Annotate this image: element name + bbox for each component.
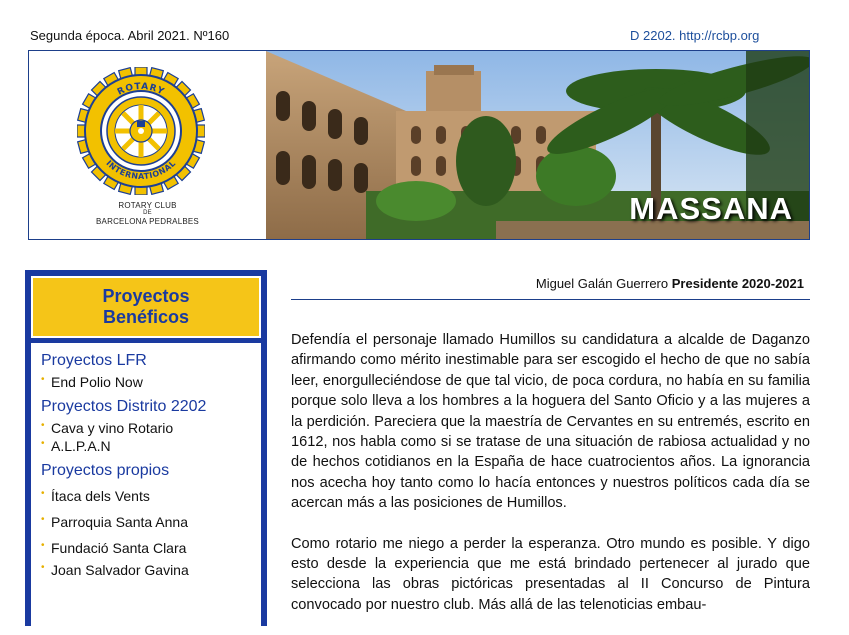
sidebar-title: Proyectos Benéficos (33, 278, 259, 336)
author-name: Miguel Galán Guerrero (535, 276, 669, 291)
list-item-label: Cava y vino Rotario (51, 420, 174, 436)
list-item[interactable]: • End Polio Now (41, 374, 256, 390)
author-role: Presidente 2020-2021 (671, 276, 804, 291)
bullet-icon: • (41, 420, 45, 431)
issue-info: Segunda época. Abril 2021. Nº160 (30, 28, 230, 43)
list-item[interactable]: • Parroquia Santa Anna (41, 514, 256, 530)
banner-title: MASSANA (629, 191, 793, 226)
bullet-icon: • (41, 488, 45, 499)
list-item[interactable]: • A.L.P.A.N (41, 438, 256, 454)
club-name-line2: DE (143, 210, 152, 216)
list-item-label: Joan Salvador Gavina (51, 562, 189, 578)
list-item[interactable]: • Fundació Santa Clara (41, 540, 256, 556)
club-name-line1: ROTARY CLUB (118, 201, 177, 210)
bullet-icon: • (41, 514, 45, 525)
bullet-icon: • (41, 438, 45, 449)
monastery-photo: MASSANA (266, 51, 809, 239)
bullet-icon: • (41, 540, 45, 551)
list-item[interactable]: • Ítaca dels Vents (41, 488, 256, 504)
list-item-label: End Polio Now (51, 374, 143, 390)
bullet-icon: • (41, 562, 45, 573)
section-heading-distrito[interactable]: Proyectos Distrito 2202 (41, 398, 256, 416)
list-item[interactable]: • Cava y vino Rotario (41, 420, 256, 436)
bullet-icon: • (41, 374, 45, 385)
list-item-label: Parroquia Santa Anna (51, 514, 188, 530)
banner: ROTARY INTERNATIONAL ROTARY CLUB DE BARC… (28, 50, 810, 240)
article-body: Defendía el personaje llamado Humillos s… (291, 330, 810, 635)
club-name-line3: BARCELONA PEDRALBES (96, 217, 199, 226)
list-item[interactable]: • Joan Salvador Gavina (41, 562, 256, 578)
list-item-label: Ítaca dels Vents (51, 488, 150, 504)
list-item-label: Fundació Santa Clara (51, 540, 187, 556)
sidebar-title-line1: Proyectos (102, 286, 190, 306)
list-item-label: A.L.P.A.N (51, 438, 111, 454)
sidebar-charity-projects: Proyectos Benéficos Proyectos LFR • End … (25, 270, 267, 626)
district-link[interactable]: D 2202. http://rcbp.org (630, 28, 759, 43)
divider-line (291, 299, 810, 300)
section-heading-propios[interactable]: Proyectos propios (41, 462, 256, 480)
sidebar-divider (31, 338, 261, 343)
logo-panel: ROTARY INTERNATIONAL ROTARY CLUB DE BARC… (29, 51, 267, 239)
author-line: Miguel Galán Guerrero Presidente 2020-20… (290, 276, 810, 291)
rotary-wheel-icon: ROTARY INTERNATIONAL (77, 67, 205, 195)
sidebar-title-line2: Benéficos (102, 307, 190, 327)
project-list: Proyectos LFR • End Polio Now Proyectos … (41, 346, 256, 578)
article-paragraph: Defendía el personaje llamado Humillos s… (291, 332, 810, 512)
section-heading-lfr[interactable]: Proyectos LFR (41, 352, 256, 370)
article-paragraph: Como rotario me niego a perder la espera… (291, 535, 810, 613)
